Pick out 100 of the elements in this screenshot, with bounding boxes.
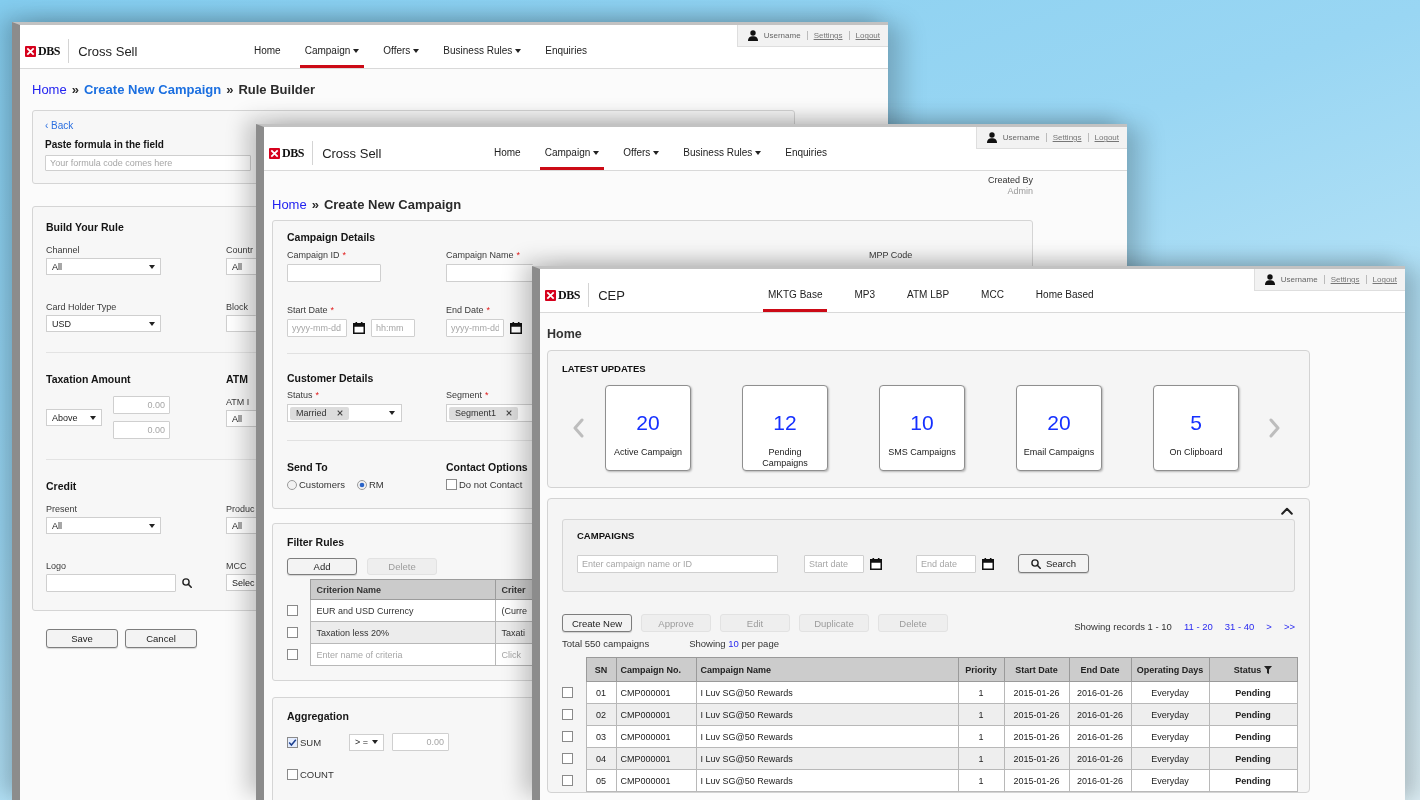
nav-tab[interactable]: Home Based — [1030, 280, 1099, 312]
stat-label: Pending Campaigns — [761, 447, 809, 469]
checkbox[interactable] — [562, 775, 573, 786]
nav-tab[interactable]: Home — [489, 138, 526, 170]
date-field[interactable]: yyyy-mm-dd — [446, 319, 504, 337]
date-field[interactable]: Start date — [804, 554, 864, 573]
multi-select[interactable]: Married — [287, 404, 402, 422]
dropdown[interactable]: All — [226, 517, 256, 534]
nav-tab[interactable]: Home — [249, 36, 286, 68]
user-link[interactable]: Settings — [1330, 275, 1360, 284]
nav-tab[interactable]: Enquiries — [780, 138, 832, 170]
nav-tab[interactable]: Business Rules — [438, 36, 527, 68]
dropdown[interactable]: > = — [349, 733, 384, 751]
page-link[interactable]: > — [1266, 621, 1272, 632]
checkbox[interactable] — [446, 479, 457, 490]
input-field[interactable] — [446, 264, 533, 282]
search-button[interactable]: Search — [1018, 554, 1089, 573]
stat-tile[interactable]: 20 Active Campaign — [605, 385, 691, 471]
radio-button[interactable] — [287, 479, 297, 490]
form-button[interactable]: Save — [46, 629, 118, 648]
user-link[interactable]: Logout — [855, 31, 880, 40]
page-link[interactable]: >> — [1283, 621, 1295, 632]
field-label: Present — [46, 503, 78, 515]
amount-field[interactable]: 0.00 — [113, 421, 170, 439]
nav-tab[interactable]: Offers — [378, 36, 425, 68]
dropdown[interactable]: USD — [46, 315, 161, 332]
user-link[interactable]: Settings — [813, 31, 843, 40]
page-size-link[interactable]: 10 — [728, 638, 739, 649]
nav-tab[interactable]: Offers — [618, 138, 665, 170]
chevron-right-icon[interactable] — [1269, 418, 1281, 438]
chevron-left-icon[interactable] — [572, 418, 584, 438]
section-heading: Filter Rules — [287, 536, 345, 549]
breadcrumb-link[interactable]: Home — [272, 197, 307, 213]
user-link[interactable]: Logout — [1372, 275, 1397, 284]
dropdown[interactable]: All — [46, 517, 161, 534]
stat-tile[interactable]: 20 Email Campaigns — [1016, 385, 1102, 471]
stat-tile[interactable]: 10 SMS Campaigns — [879, 385, 965, 471]
search-icon[interactable] — [182, 578, 192, 588]
checkbox[interactable] — [562, 753, 573, 764]
status-filter[interactable]: Status — [1209, 657, 1297, 682]
action-button[interactable]: Add — [287, 558, 357, 575]
dropdown[interactable]: Selec — [226, 574, 256, 591]
input-field[interactable] — [46, 574, 176, 592]
checkbox[interactable] — [562, 709, 573, 720]
dropdown[interactable]: Above — [46, 409, 102, 426]
search-field[interactable]: Enter campaign name or ID — [577, 554, 778, 573]
nav-tab[interactable]: ATM LBP — [902, 280, 955, 312]
radio-button[interactable] — [356, 479, 367, 490]
input-field[interactable] — [226, 315, 256, 332]
checkbox[interactable] — [287, 649, 298, 660]
page-link[interactable]: 31 - 40 — [1224, 621, 1255, 632]
section-heading: Credit — [46, 480, 78, 493]
nav-tab[interactable]: Business Rules — [678, 138, 767, 170]
calendar-icon[interactable] — [982, 557, 994, 570]
multi-select[interactable]: Segment1 — [446, 404, 533, 422]
chevron-up-icon[interactable] — [1281, 507, 1293, 515]
dropdown[interactable]: All — [46, 258, 161, 275]
form-button[interactable]: Cancel — [125, 629, 197, 648]
calendar-icon[interactable] — [870, 557, 882, 570]
checkbox[interactable] — [287, 769, 298, 780]
formula-input[interactable]: Your formula code comes here — [45, 155, 251, 171]
section-heading: Build Your Rule — [46, 221, 125, 234]
user-link[interactable]: Logout — [1094, 133, 1119, 142]
stat-tile[interactable]: 5 On Clipboard — [1153, 385, 1239, 471]
nav-tab[interactable]: MP3 — [849, 280, 881, 312]
date-field[interactable]: yyyy-mm-dd — [287, 319, 347, 337]
checkbox[interactable] — [562, 687, 573, 698]
stat-count: 20 — [1047, 411, 1071, 435]
user-link[interactable]: Settings — [1052, 133, 1082, 142]
calendar-icon[interactable] — [510, 322, 522, 334]
input-field[interactable] — [287, 264, 381, 282]
nav-tab[interactable]: Campaign — [299, 36, 365, 68]
calendar-icon[interactable] — [353, 322, 365, 334]
dropdown[interactable]: All — [226, 410, 256, 427]
remove-icon[interactable] — [336, 410, 343, 416]
back-link[interactable]: ‹ Back — [45, 120, 74, 132]
time-field[interactable]: hh:mm — [371, 319, 415, 337]
stat-tile[interactable]: 12 Pending Campaigns — [742, 385, 828, 471]
dropdown[interactable]: All — [226, 258, 256, 275]
action-button[interactable]: Create New — [562, 614, 632, 632]
field-label: Block — [226, 301, 248, 313]
checkbox[interactable] — [287, 736, 298, 748]
breadcrumb-separator: » — [311, 197, 319, 213]
breadcrumb-link[interactable]: Create New Campaign — [83, 82, 222, 98]
nav-tab[interactable]: MKTG Base — [763, 280, 828, 312]
field-label: MCC — [226, 560, 247, 572]
amount-field[interactable]: 0.00 — [392, 733, 449, 751]
page-link[interactable]: 11 - 20 — [1183, 621, 1213, 632]
nav-tab[interactable]: Enquiries — [540, 36, 592, 68]
checkbox[interactable] — [562, 731, 573, 742]
checkbox[interactable] — [287, 627, 298, 638]
logo-icon — [545, 289, 556, 301]
amount-field[interactable]: 0.00 — [113, 396, 170, 414]
date-field[interactable]: End date — [916, 554, 976, 573]
section-heading: Aggregation — [287, 710, 349, 723]
remove-icon[interactable] — [506, 410, 513, 416]
checkbox[interactable] — [287, 605, 298, 616]
nav-tab[interactable]: MCC — [976, 280, 1009, 312]
breadcrumb-link[interactable]: Home — [32, 82, 67, 98]
nav-tab[interactable]: Campaign — [539, 138, 605, 170]
